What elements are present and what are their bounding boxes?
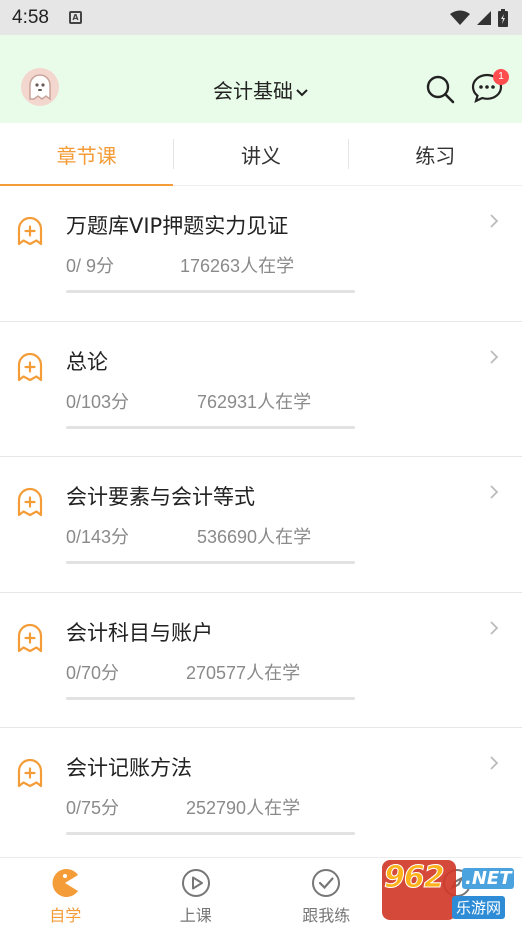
status-time: 4:58 [12, 6, 49, 28]
nav-label: 跟我练 [302, 906, 351, 925]
chapter-score: 0/70分 [66, 662, 120, 683]
tab-chapter-course[interactable]: 章节课 [0, 123, 174, 186]
chapter-score: 0/ 9分 [66, 256, 115, 276]
chapter-title: 总论 [66, 349, 108, 374]
check-circle-icon [312, 869, 341, 897]
chapter-lock-ghost-icon [17, 623, 43, 652]
message-badge: 1 [493, 69, 509, 85]
chapter-lock-ghost-icon [17, 758, 43, 788]
chapter-learners: 176263人在学 [180, 256, 295, 276]
nav-practice-with-me[interactable]: 跟我练 [261, 858, 392, 929]
watermark-site: 乐游网 [452, 896, 506, 919]
status-bar: 4:58 A [0, 0, 522, 35]
notification-icon: A [68, 11, 82, 24]
chapter-progress-bar [66, 561, 355, 564]
tab-bar: 章节课 讲义 练习 [0, 123, 522, 186]
chapter-learners: 536690人在学 [197, 527, 312, 547]
nav-label: 自学 [49, 906, 82, 925]
chapter-progress-bar [66, 425, 355, 429]
watermark-logo: 962 .NET 乐游网 [382, 858, 518, 924]
signal-icon [477, 10, 491, 25]
chapter-lock-ghost-icon [17, 216, 43, 246]
chapter-learners: 762931人在学 [197, 391, 312, 412]
chevron-right-icon [490, 214, 499, 228]
chevron-right-icon [490, 349, 499, 364]
chapter-item[interactable]: 万题库VIP押题实力见证 0/ 9分 176263人在学 [0, 186, 522, 322]
chapter-lock-ghost-icon [17, 487, 43, 517]
chapter-score: 0/103分 [66, 391, 130, 412]
search-icon[interactable] [424, 73, 456, 105]
chapter-list: 万题库VIP押题实力见证 0/ 9分 176263人在学总论 0/103分 762931… [0, 186, 522, 864]
watermark-suffix: .NET [462, 868, 515, 889]
chapter-learners: 270577人在学 [186, 662, 301, 683]
battery-icon [498, 8, 508, 27]
status-icons [450, 8, 508, 27]
chevron-right-icon [490, 485, 499, 499]
watermark-number: 962 [384, 860, 446, 896]
chapter-progress-bar [66, 290, 355, 293]
chapter-title: 会计要素与会计等式 [66, 485, 255, 509]
chapter-learners: 252790人在学 [186, 798, 301, 818]
chapter-lock-ghost-icon [17, 352, 43, 381]
chapter-item[interactable]: 会计要素与会计等式 0/143分 536690人在学 [0, 457, 522, 593]
tab-handout[interactable]: 讲义 [174, 123, 347, 185]
chevron-right-icon [490, 620, 499, 635]
chevron-down-icon [296, 88, 308, 96]
chevron-right-icon [490, 756, 499, 770]
nav-self-study[interactable]: 自学 [0, 858, 131, 929]
chapter-item[interactable]: 会计科目与账户 0/70分 270577人在学 [0, 593, 522, 728]
chapter-title: 会计科目与账户 [66, 620, 213, 645]
chapter-progress-bar [66, 832, 355, 835]
pacman-icon [52, 869, 79, 897]
nav-class[interactable]: 上课 [131, 858, 262, 929]
chapter-progress-bar [66, 696, 355, 700]
subject-label: 会计基础 [213, 79, 293, 103]
chapter-item[interactable]: 总论 0/103分 762931人在学 [0, 322, 522, 457]
chapter-score: 0/75分 [66, 798, 120, 818]
nav-label: 上课 [179, 906, 212, 925]
chapter-title: 万题库VIP押题实力见证 [66, 214, 289, 238]
play-circle-icon [181, 869, 210, 897]
chapter-item[interactable]: 会计记账方法 0/75分 252790人在学 [0, 728, 522, 864]
app-header: 会计基础 1 [0, 35, 522, 123]
chapter-title: 会计记账方法 [66, 756, 192, 780]
chapter-score: 0/143分 [66, 527, 130, 547]
wifi-icon [450, 10, 470, 25]
tab-practice[interactable]: 练习 [349, 123, 522, 185]
